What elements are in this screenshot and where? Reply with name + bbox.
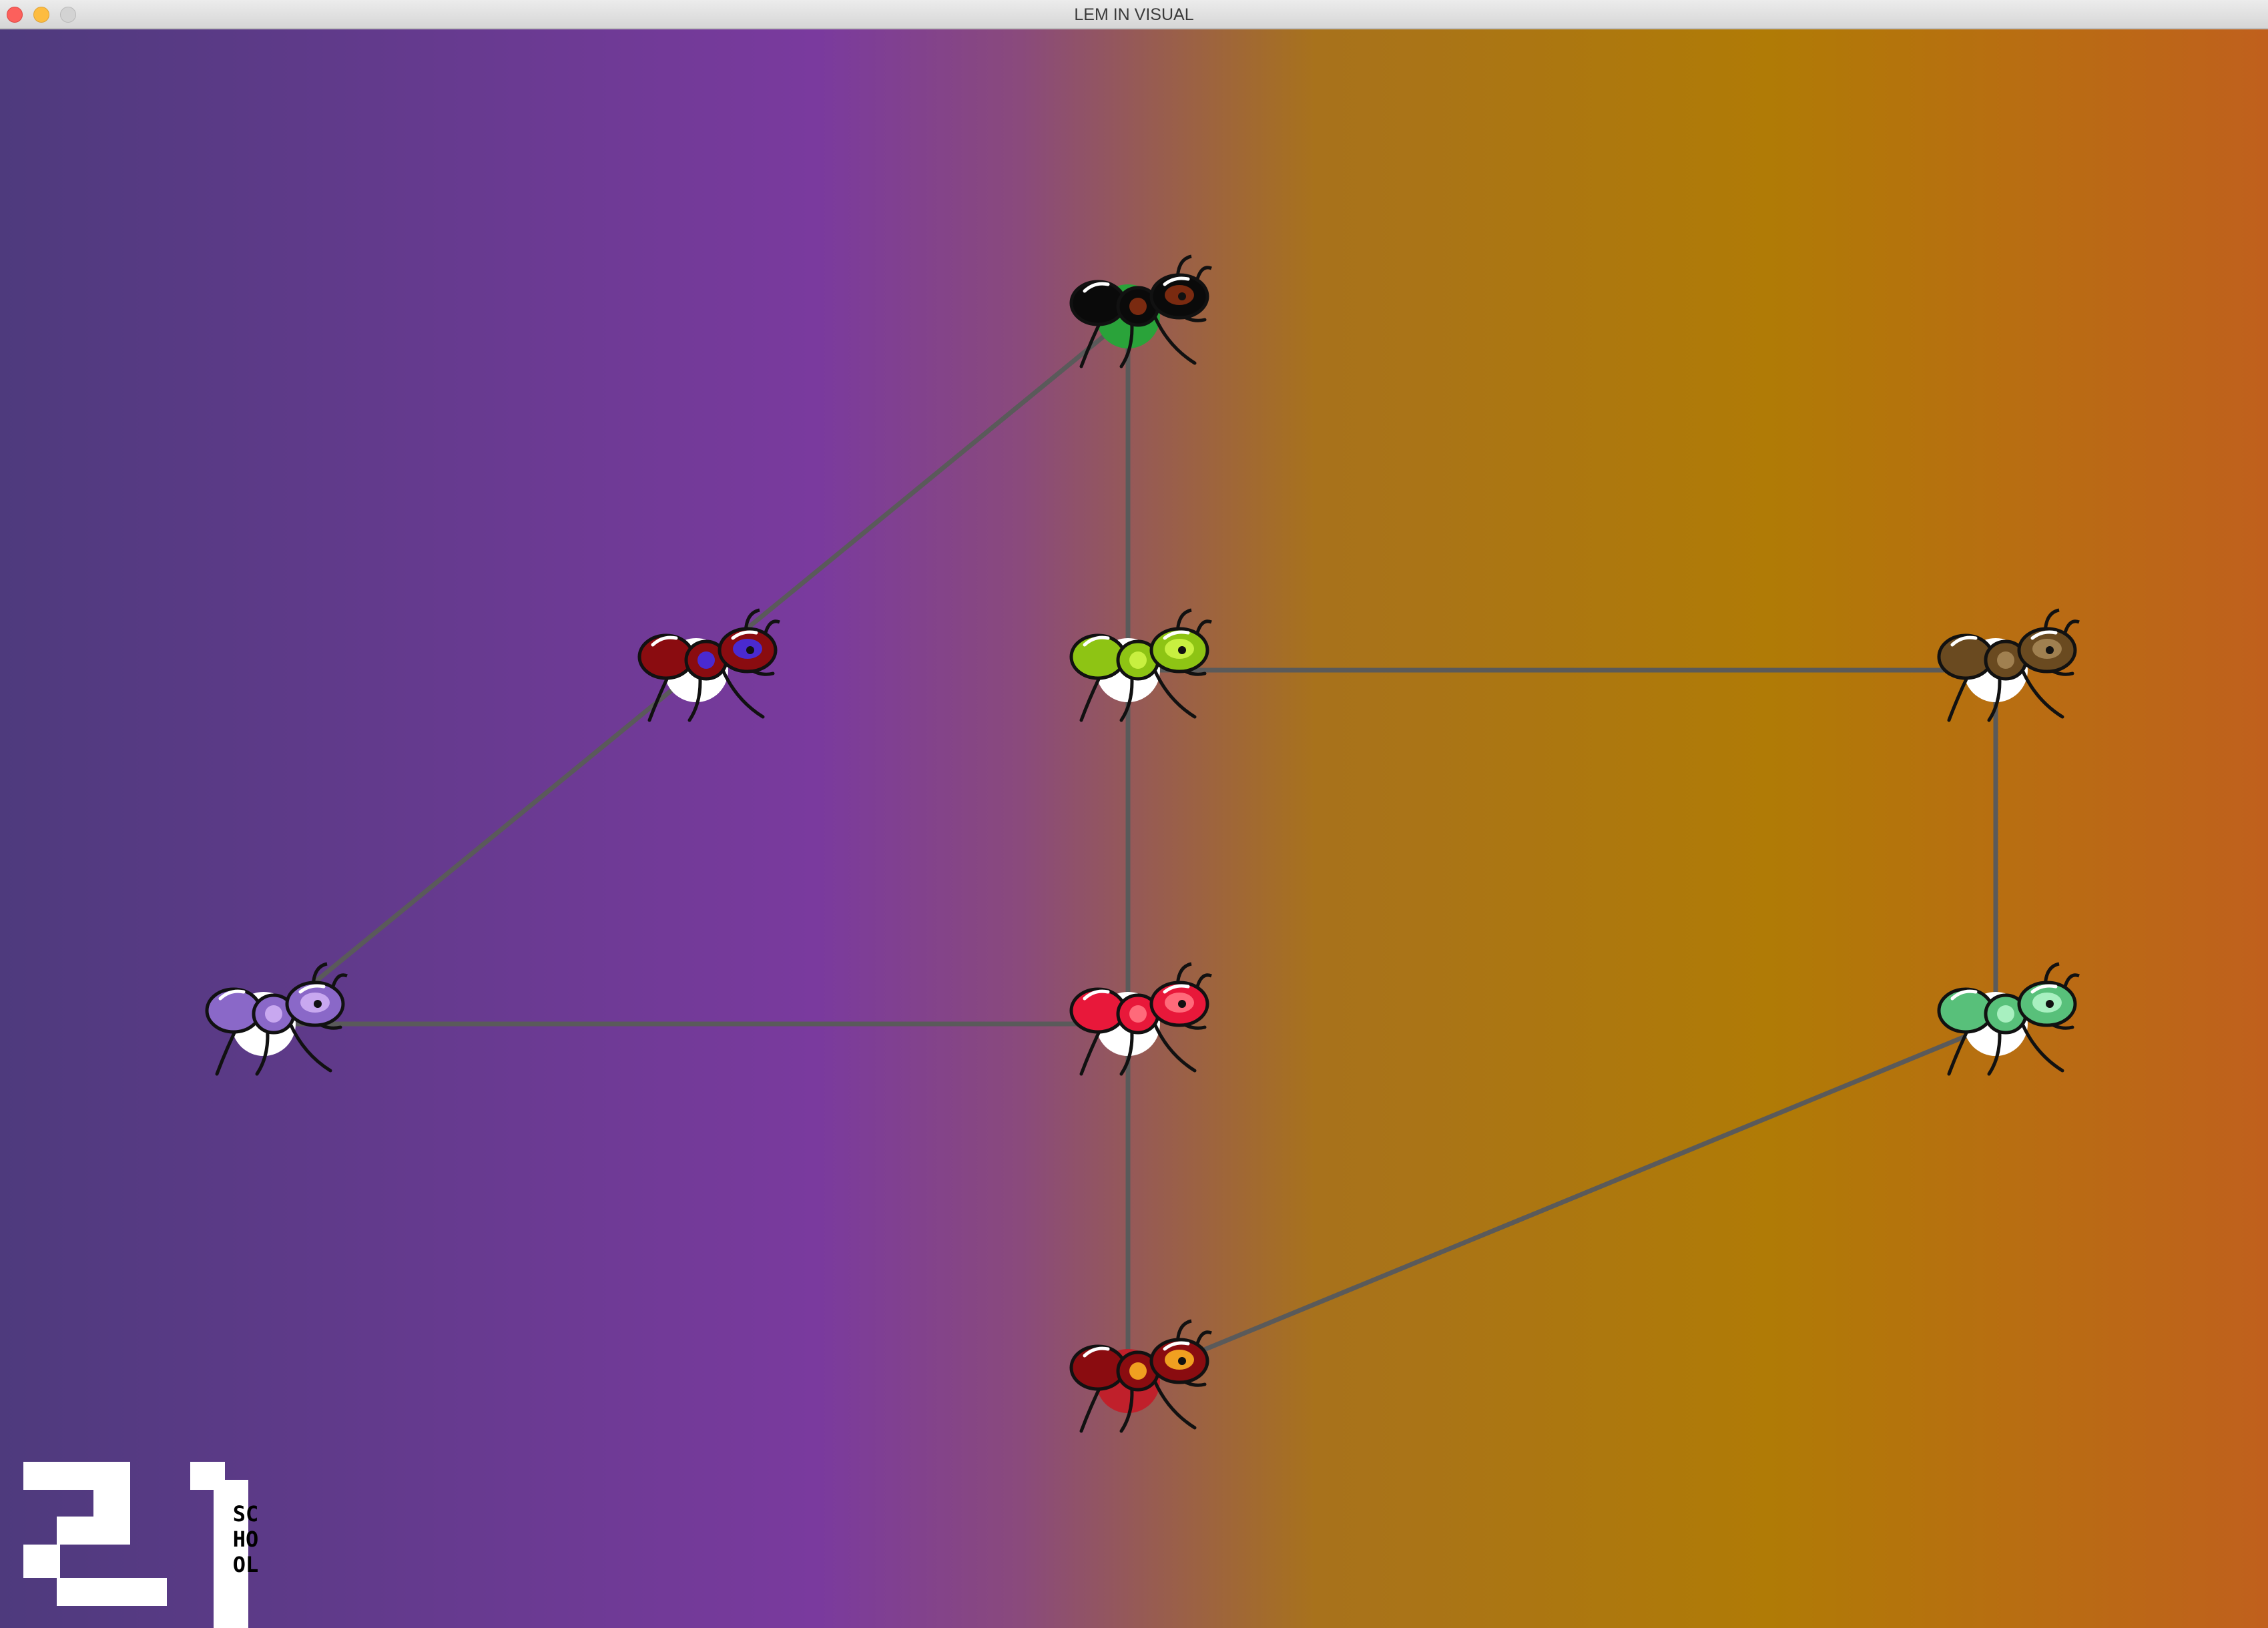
- visualizer-canvas: SCHOOL: [0, 29, 2268, 1628]
- window-title: LEM IN VISUAL: [1074, 5, 1194, 24]
- title-bar[interactable]: LEM IN VISUAL: [0, 0, 2268, 29]
- farm-graph: [0, 29, 2268, 1628]
- school-label: SCHOOL: [232, 1501, 259, 1577]
- app-window: LEM IN VISUAL SCHOOL: [0, 0, 2268, 1628]
